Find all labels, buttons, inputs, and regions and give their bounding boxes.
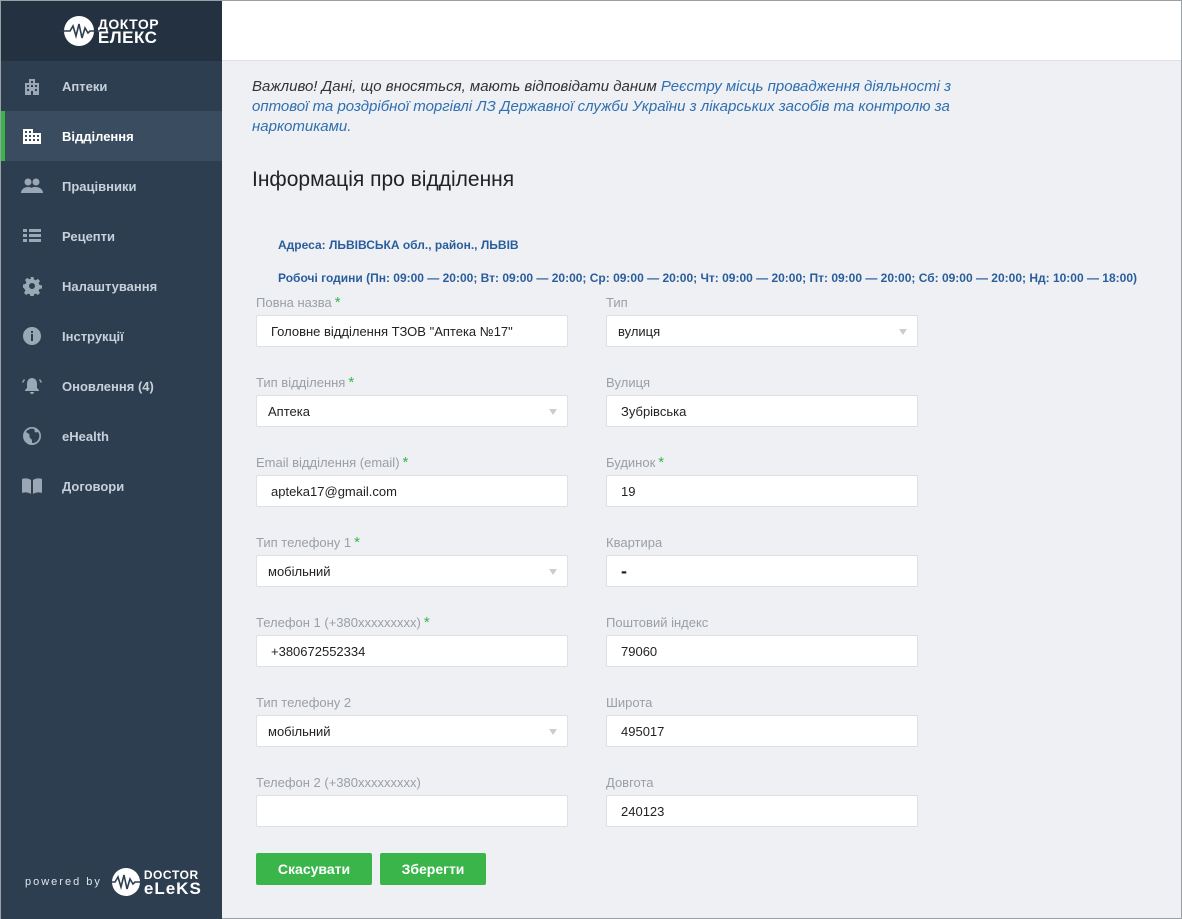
latitude-input[interactable]: 495017 [606, 715, 918, 747]
full-name-input[interactable]: Головне відділення ТЗОВ "Аптека №17" [256, 315, 568, 347]
brand-line2: eLeKS [143, 879, 202, 898]
logo[interactable]: ДОКТОР ЕЛЕКС [59, 16, 159, 47]
info-icon [21, 325, 43, 347]
phone1-type-field: Тип телефону 1 * мобільний [256, 535, 568, 587]
phone2-type-label: Тип телефону 2 [256, 695, 352, 710]
page-title: Інформація про відділення [252, 168, 515, 191]
sidebar-item-label: Інструкції [62, 328, 124, 344]
caret-down-icon [549, 409, 557, 415]
longitude-label: Довгота [606, 775, 654, 790]
logo-line2: ЕЛЕКС [97, 28, 158, 47]
email-label: Email відділення (email) * [256, 454, 409, 471]
sidebar-item-contracts[interactable]: Договори [1, 461, 222, 511]
phone1-field: Телефон 1 (+380xxxxxxxxx) * +380672552334 [256, 615, 568, 667]
phone2-field: Телефон 2 (+380xxxxxxxxx) [256, 775, 568, 827]
list-icon [21, 225, 43, 247]
full-name-label: Повна назва * [256, 294, 341, 311]
longitude-field: Довгота 240123 [606, 775, 918, 827]
phone2-label: Телефон 2 (+380xxxxxxxxx) [256, 775, 421, 790]
office-icon [21, 125, 43, 147]
phone2-type-select[interactable]: мобільний [256, 715, 568, 747]
branch-type-field: Тип відділення * Аптека [256, 375, 568, 427]
longitude-input[interactable]: 240123 [606, 795, 918, 827]
street-type-field: Тип вулиця [606, 295, 918, 347]
sidebar-item-ehealth[interactable]: eHealth [1, 411, 222, 461]
important-notice: Важливо! Дані, що вносяться, мають відпо… [252, 77, 992, 137]
phone2-type-field: Тип телефону 2 мобільний [256, 695, 568, 747]
bell-icon [21, 375, 43, 397]
sidebar-item-updates[interactable]: Оновлення (4) [1, 361, 222, 411]
house-field: Будинок * 19 [606, 455, 918, 507]
sidebar-item-label: Працівники [62, 178, 137, 194]
people-icon [21, 175, 43, 197]
branch-type-label: Тип відділення * [256, 374, 355, 391]
email-input[interactable]: apteka17@gmail.com [256, 475, 568, 507]
branch-type-select[interactable]: Аптека [256, 395, 568, 427]
sidebar-item-pharmacies[interactable]: Аптеки [1, 61, 222, 111]
sidebar-item-label: Оновлення (4) [62, 378, 154, 394]
postal-label: Поштовий індекс [606, 615, 709, 630]
sidebar-item-employees[interactable]: Працівники [1, 161, 222, 211]
pulse-logo-icon [59, 16, 100, 46]
sidebar-item-label: Рецепти [62, 228, 116, 244]
sidebar-item-label: Налаштування [62, 278, 158, 294]
sidebar-item-label: Договори [62, 478, 125, 494]
house-input[interactable]: 19 [606, 475, 918, 507]
street-field: Вулиця Зубрівська [606, 375, 918, 427]
street-type-select[interactable]: вулиця [606, 315, 918, 347]
street-type-label: Тип [606, 295, 628, 310]
apartment-field: Квартира - [606, 535, 918, 587]
sidebar-item-settings[interactable]: Налаштування [1, 261, 222, 311]
sidebar-item-label: Аптеки [62, 78, 108, 94]
globe-icon [21, 425, 43, 447]
main-content: Важливо! Дані, що вносяться, мають відпо… [222, 61, 1181, 918]
book-icon [21, 475, 43, 497]
gear-icon [21, 275, 43, 297]
sidebar-item-prescriptions[interactable]: Рецепти [1, 211, 222, 261]
powered-by-text: powered by [25, 876, 102, 888]
email-field: Email відділення (email) * apteka17@gmail… [256, 455, 568, 507]
phone2-input[interactable] [256, 795, 568, 827]
caret-down-icon [899, 329, 907, 335]
powered-by: powered by DOCTOR eLeKS [25, 868, 202, 898]
phone1-input[interactable]: +380672552334 [256, 635, 568, 667]
postal-field: Поштовий індекс 79060 [606, 615, 918, 667]
apartment-input[interactable]: - [606, 555, 918, 587]
street-label: Вулиця [606, 375, 651, 390]
notice-text: Важливо! Дані, що вносяться, мають відпо… [252, 78, 661, 95]
save-button[interactable]: Зберегти [380, 853, 486, 885]
sidebar: ДОКТОР ЕЛЕКС Аптеки Відділення Працівник… [1, 1, 222, 919]
working-hours-info: Робочі години (Пн: 09:00 — 20:00; Вт: 09… [278, 271, 1137, 285]
apartment-label: Квартира [606, 535, 663, 550]
phone1-type-select[interactable]: мобільний [256, 555, 568, 587]
sidebar-item-instructions[interactable]: Інструкції [1, 311, 222, 361]
latitude-label: Широта [606, 695, 653, 710]
cancel-button[interactable]: Скасувати [256, 853, 372, 885]
postal-input[interactable]: 79060 [606, 635, 918, 667]
logo-bar: ДОКТОР ЕЛЕКС [1, 1, 222, 61]
pulse-logo-icon [105, 868, 142, 896]
sidebar-item-label: eHealth [62, 428, 109, 444]
phone1-type-label: Тип телефону 1 * [256, 534, 360, 551]
address-info: Адреса: ЛЬВІВСЬКА обл., район., ЛЬВІВ [278, 238, 519, 252]
building-icon [21, 75, 43, 97]
sidebar-nav: Аптеки Відділення Працівники Рецепти Нал… [1, 61, 222, 511]
caret-down-icon [549, 729, 557, 735]
caret-down-icon [549, 569, 557, 575]
street-input[interactable]: Зубрівська [606, 395, 918, 427]
sidebar-item-label: Відділення [62, 128, 134, 144]
full-name-field: Повна назва * Головне відділення ТЗОВ "Ап… [256, 295, 568, 347]
house-label: Будинок * [606, 454, 665, 471]
top-bar [222, 1, 1181, 61]
sidebar-item-branches[interactable]: Відділення [1, 111, 222, 161]
phone1-label: Телефон 1 (+380xxxxxxxxx) * [256, 614, 430, 631]
latitude-field: Широта 495017 [606, 695, 918, 747]
